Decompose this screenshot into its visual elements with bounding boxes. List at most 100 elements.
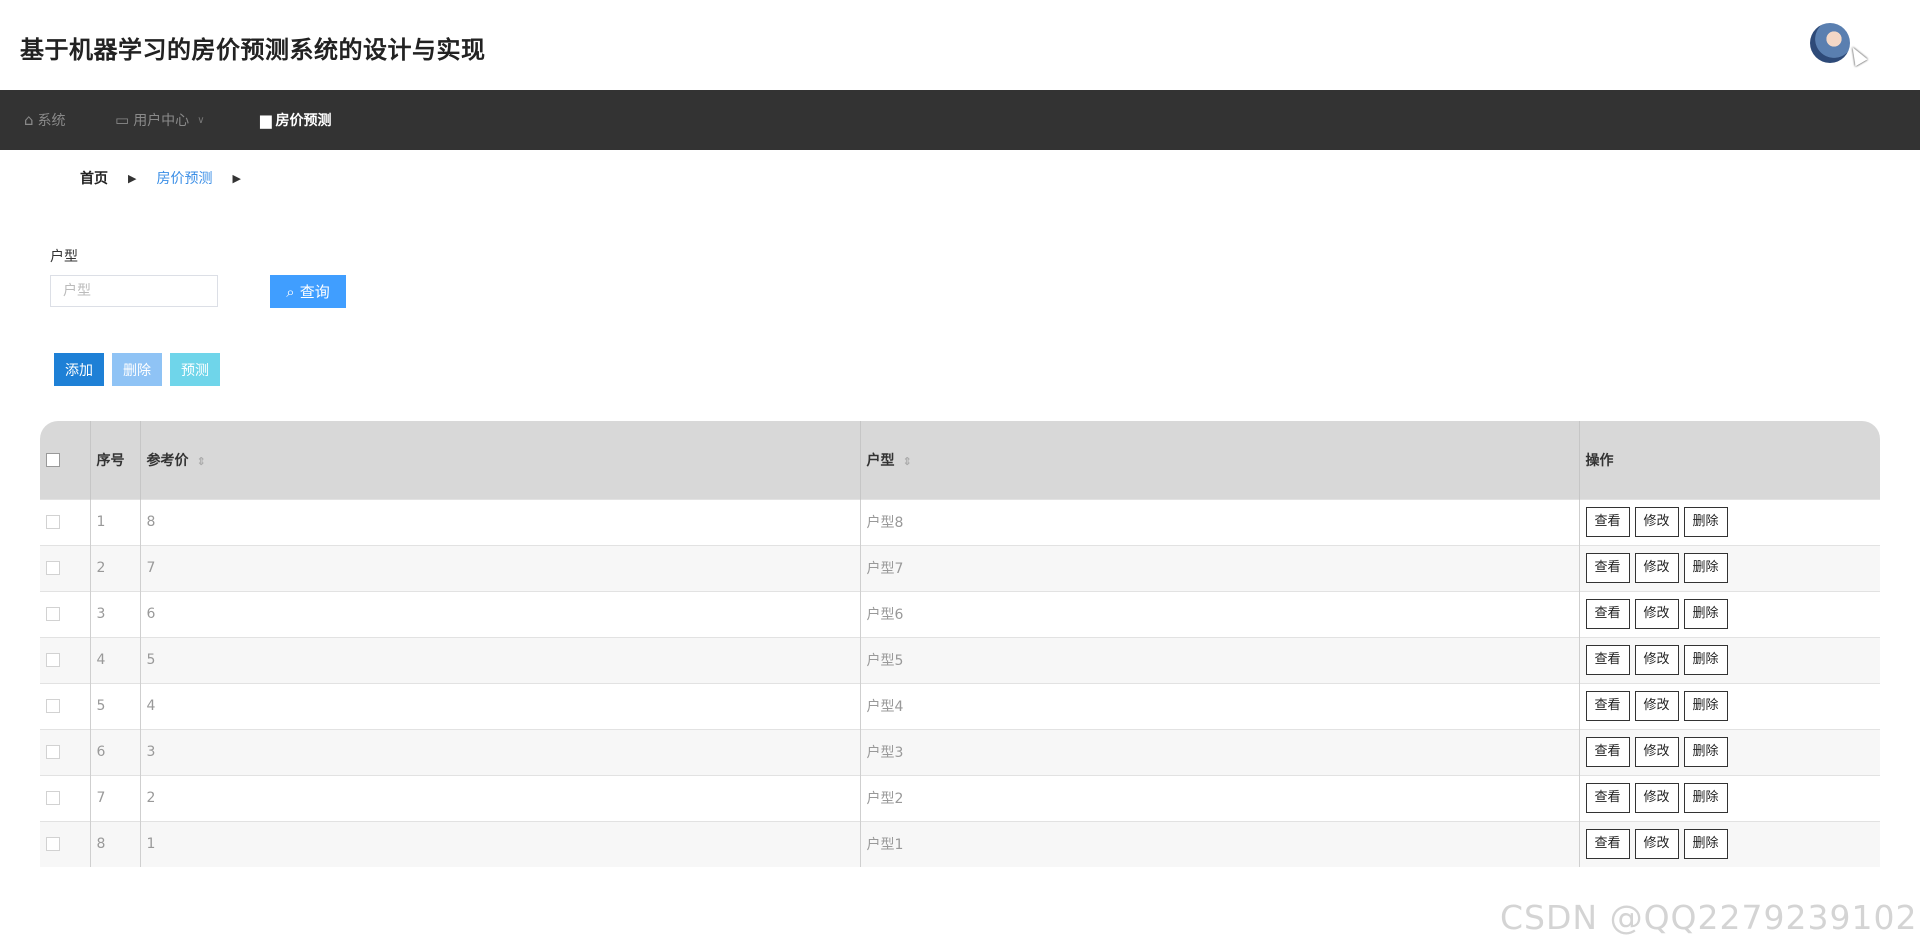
row-select-cell: [40, 728, 91, 775]
mouse-cursor-icon: [1846, 43, 1868, 67]
search-icon: ⌕: [286, 282, 295, 301]
cell-index: 7: [90, 774, 141, 821]
row-checkbox[interactable]: [46, 561, 60, 575]
home-icon: ⌂: [24, 111, 34, 129]
nav-item-user-center[interactable]: ▭ 用户中心 ∨: [115, 90, 205, 150]
edit-button[interactable]: 修改: [1634, 599, 1679, 629]
edit-button[interactable]: 修改: [1634, 645, 1679, 675]
row-checkbox[interactable]: [46, 515, 60, 529]
cell-ops: 查看 修改 删除: [1579, 774, 1880, 821]
nav-item-label: 房价预测: [275, 113, 332, 129]
header-index: 序号: [90, 421, 141, 499]
view-button[interactable]: 查看: [1585, 691, 1630, 721]
row-checkbox[interactable]: [46, 653, 60, 667]
edit-button[interactable]: 修改: [1634, 829, 1679, 860]
search-button[interactable]: ⌕ 查询: [270, 275, 346, 308]
row-delete-button[interactable]: 删除: [1683, 691, 1728, 721]
cell-price: 5: [140, 636, 861, 683]
row-delete-button[interactable]: 删除: [1683, 507, 1728, 537]
predict-button[interactable]: 预测: [170, 353, 220, 386]
table-row: 1 8 户型8 查看 修改 删除: [40, 498, 1880, 545]
search-label: 户型: [50, 249, 78, 265]
edit-button[interactable]: 修改: [1634, 553, 1679, 583]
view-button[interactable]: 查看: [1585, 645, 1630, 675]
cell-price: 6: [140, 590, 861, 637]
cell-ops: 查看 修改 删除: [1579, 728, 1880, 775]
row-select-cell: [40, 636, 91, 683]
breadcrumb-home[interactable]: 首页: [80, 168, 108, 188]
delete-button[interactable]: 删除: [112, 353, 162, 386]
chevron-right-icon: ▶: [232, 171, 241, 185]
row-checkbox[interactable]: [46, 837, 60, 852]
cell-ops: 查看 修改 删除: [1579, 636, 1880, 683]
row-delete-button[interactable]: 删除: [1683, 783, 1728, 813]
cell-index: 4: [90, 636, 141, 683]
view-button[interactable]: 查看: [1585, 507, 1630, 537]
row-select-cell: [40, 498, 91, 545]
row-delete-button[interactable]: 删除: [1683, 645, 1728, 675]
add-button[interactable]: 添加: [54, 353, 104, 386]
cell-price: 1: [140, 820, 861, 867]
data-table: 序号 参考价 ⇕ 户型 ⇕ 操作 1 8 户型8 查看 修改 删除 2 7 户型7 查看 修改 删除 3 6 户…: [40, 421, 1880, 867]
cell-index: 5: [90, 682, 141, 729]
row-checkbox[interactable]: [46, 791, 60, 805]
view-button[interactable]: 查看: [1585, 783, 1630, 813]
row-checkbox[interactable]: [46, 607, 60, 621]
cell-price: 2: [140, 774, 861, 821]
row-checkbox[interactable]: [46, 745, 60, 759]
edit-button[interactable]: 修改: [1634, 783, 1679, 813]
cell-ops: 查看 修改 删除: [1579, 590, 1880, 637]
chevron-right-icon: ▶: [128, 171, 137, 185]
header-type[interactable]: 户型 ⇕: [860, 421, 1580, 499]
cell-type: 户型8: [860, 498, 1580, 545]
main-nav: ⌂ 系统 ▭ 用户中心 ∨ ▆ 房价预测: [0, 90, 1920, 150]
view-button[interactable]: 查看: [1585, 599, 1630, 629]
table-row: 7 2 户型2 查看 修改 删除: [40, 774, 1880, 821]
user-avatar[interactable]: [1810, 23, 1850, 63]
sort-icon[interactable]: ⇕: [903, 455, 912, 468]
row-checkbox[interactable]: [46, 699, 60, 713]
select-all-checkbox[interactable]: [46, 452, 60, 467]
cell-index: 8: [90, 820, 141, 867]
card-icon: ▭: [115, 111, 130, 129]
nav-item-system[interactable]: ⌂ 系统: [24, 90, 66, 150]
breadcrumb: 首页 ▶ 房价预测 ▶: [80, 168, 261, 188]
chevron-down-icon: ∨: [197, 114, 205, 126]
view-button[interactable]: 查看: [1585, 553, 1630, 583]
header-type-label: 户型: [866, 452, 895, 469]
sort-icon[interactable]: ⇕: [197, 455, 206, 468]
select-all-cell: [40, 421, 91, 499]
view-button[interactable]: 查看: [1585, 737, 1630, 767]
cell-type: 户型4: [860, 682, 1580, 729]
row-delete-button[interactable]: 删除: [1683, 599, 1728, 629]
cell-index: 6: [90, 728, 141, 775]
table-row: 8 1 户型1 查看 修改 删除: [40, 820, 1880, 867]
nav-item-house-predict[interactable]: ▆ 房价预测: [260, 90, 332, 150]
row-select-cell: [40, 590, 91, 637]
house-icon: ▆: [260, 111, 272, 129]
header-price-label: 参考价: [146, 452, 189, 469]
nav-item-label: 用户中心: [133, 113, 190, 129]
header-price[interactable]: 参考价 ⇕: [140, 421, 861, 499]
cell-index: 1: [90, 498, 141, 545]
view-button[interactable]: 查看: [1585, 829, 1630, 860]
top-header: 基于机器学习的房价预测系统的设计与实现: [0, 0, 1920, 90]
breadcrumb-current[interactable]: 房价预测: [156, 168, 212, 188]
row-select-cell: [40, 820, 91, 867]
cell-ops: 查看 修改 删除: [1579, 682, 1880, 729]
cell-type: 户型3: [860, 728, 1580, 775]
edit-button[interactable]: 修改: [1634, 507, 1679, 537]
cell-type: 户型5: [860, 636, 1580, 683]
cell-ops: 查看 修改 删除: [1579, 498, 1880, 545]
row-delete-button[interactable]: 删除: [1683, 553, 1728, 583]
cell-type: 户型2: [860, 774, 1580, 821]
row-delete-button[interactable]: 删除: [1683, 829, 1728, 860]
edit-button[interactable]: 修改: [1634, 691, 1679, 721]
search-button-label: 查询: [299, 283, 330, 301]
watermark: CSDN @QQ2279239102: [1500, 898, 1918, 937]
table-row: 4 5 户型5 查看 修改 删除: [40, 636, 1880, 683]
table-header-row: 序号 参考价 ⇕ 户型 ⇕ 操作: [40, 421, 1880, 499]
edit-button[interactable]: 修改: [1634, 737, 1679, 767]
search-input[interactable]: [50, 275, 218, 307]
row-delete-button[interactable]: 删除: [1683, 737, 1728, 767]
